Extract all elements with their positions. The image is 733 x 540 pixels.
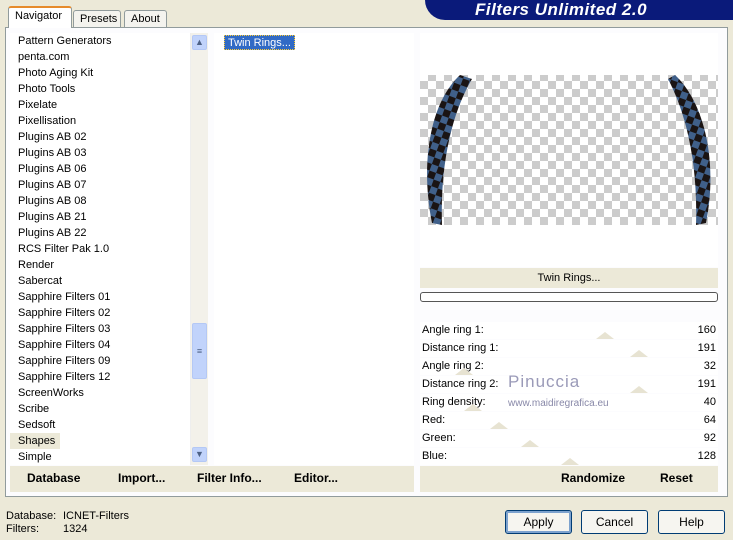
tab-navigator[interactable]: Navigator (8, 6, 72, 28)
watermark-name: Pinuccia (508, 372, 581, 391)
filters-value: 1324 (63, 523, 88, 535)
slider-row[interactable]: Red: 64 (420, 412, 718, 429)
category-item[interactable]: Shapes (10, 433, 60, 449)
preview-image (420, 75, 718, 225)
brand-title: Filters Unlimited 2.0 (475, 0, 648, 19)
slider-row[interactable]: Blue: 128 (420, 448, 718, 465)
slider-label: Green: (422, 432, 456, 444)
reset-button[interactable]: Reset (660, 471, 693, 485)
category-item[interactable]: Scribe (10, 401, 190, 417)
watermark-url: www.maidiregrafica.eu (508, 398, 609, 409)
category-item[interactable]: penta.com (10, 49, 190, 65)
category-item[interactable]: Pattern Generators (10, 33, 190, 49)
slider-row[interactable]: Distance ring 1: 191 (420, 340, 718, 357)
database-value: ICNET-Filters (63, 510, 129, 522)
category-item[interactable]: RCS Filter Pak 1.0 (10, 241, 190, 257)
filter-info-button[interactable]: Filter Info... (197, 471, 262, 485)
slider-thumb[interactable] (629, 350, 648, 357)
slider-thumb[interactable] (629, 386, 648, 393)
cancel-button[interactable]: Cancel (581, 510, 648, 534)
category-item[interactable]: Plugins AB 06 (10, 161, 190, 177)
category-item[interactable]: Sapphire Filters 03 (10, 321, 190, 337)
database-label: Database: (6, 510, 57, 522)
slider-value: 160 (697, 324, 716, 336)
tab-presets[interactable]: Presets (73, 10, 121, 28)
slider-thumb[interactable] (595, 332, 614, 339)
slider-thumb[interactable] (560, 458, 579, 465)
filters-label: Filters: (6, 523, 39, 535)
slider-label: Red: (422, 414, 446, 426)
slider-label: Angle ring 2: (422, 360, 484, 372)
scroll-thumb[interactable]: ≡ (192, 323, 207, 379)
filter-title: Twin Rings... (420, 268, 718, 288)
category-item[interactable]: Pixellisation (10, 113, 190, 129)
slider-value: 64 (703, 414, 716, 426)
category-item[interactable]: Sapphire Filters 04 (10, 337, 190, 353)
apply-button[interactable]: Apply (505, 510, 572, 534)
category-item[interactable]: Simple (10, 449, 190, 465)
scroll-up-button[interactable]: ▲ (192, 35, 207, 50)
category-item[interactable]: Plugins AB 21 (10, 209, 190, 225)
category-item[interactable]: Sapphire Filters 02 (10, 305, 190, 321)
slider-value: 191 (697, 342, 716, 354)
slider-thumb[interactable] (463, 404, 482, 411)
category-item[interactable]: Plugins AB 02 (10, 129, 190, 145)
slider-thumb[interactable] (521, 440, 540, 447)
category-item[interactable]: Plugins AB 08 (10, 193, 190, 209)
slider-value: 191 (697, 378, 716, 390)
editor-button[interactable]: Editor... (294, 471, 338, 485)
scroll-down-button[interactable]: ▼ (192, 447, 207, 462)
category-item[interactable]: Photo Aging Kit (10, 65, 190, 81)
category-item[interactable]: ScreenWorks (10, 385, 190, 401)
slider-label: Angle ring 1: (422, 324, 484, 336)
preview-area (420, 33, 718, 267)
category-item[interactable]: Plugins AB 07 (10, 177, 190, 193)
tab-about[interactable]: About (124, 10, 167, 28)
slider-value: 32 (703, 360, 716, 372)
category-list[interactable]: Pattern Generators penta.com Photo Aging K… (10, 33, 190, 465)
category-item[interactable]: Plugins AB 03 (10, 145, 190, 161)
category-item[interactable]: Sapphire Filters 12 (10, 369, 190, 385)
slider-row[interactable]: Angle ring 1: 160 (420, 322, 718, 339)
help-button[interactable]: Help (658, 510, 725, 534)
category-item[interactable]: Sapphire Filters 09 (10, 353, 190, 369)
category-scrollbar[interactable]: ▲ ≡ ▼ (190, 33, 208, 465)
slider-label: Blue: (422, 450, 448, 462)
slider-value: 92 (703, 432, 716, 444)
slider-value: 128 (697, 450, 716, 462)
category-item[interactable]: Photo Tools (10, 81, 190, 97)
slider-row[interactable]: Green: 92 (420, 430, 718, 447)
category-item[interactable]: Sapphire Filters 01 (10, 289, 190, 305)
filter-item-twin-rings[interactable]: Twin Rings... (224, 35, 295, 50)
slider-label: Distance ring 1: (422, 342, 499, 354)
slider-thumb[interactable] (490, 422, 509, 429)
filter-list[interactable]: Twin Rings... (214, 33, 414, 465)
category-item[interactable]: Plugins AB 22 (10, 225, 190, 241)
slider-value: 40 (703, 396, 716, 408)
slider-thumb[interactable] (455, 368, 474, 375)
category-item[interactable]: Sedsoft (10, 417, 190, 433)
brand-banner: Filters Unlimited 2.0 (425, 0, 733, 20)
progress-bar (420, 292, 718, 302)
database-button[interactable]: Database (27, 471, 80, 485)
category-item[interactable]: Pixelate (10, 97, 190, 113)
slider-label: Distance ring 2: (422, 378, 499, 390)
category-item[interactable]: Sabercat (10, 273, 190, 289)
randomize-button[interactable]: Randomize (561, 471, 625, 485)
category-item[interactable]: Render (10, 257, 190, 273)
import-button[interactable]: Import... (118, 471, 165, 485)
